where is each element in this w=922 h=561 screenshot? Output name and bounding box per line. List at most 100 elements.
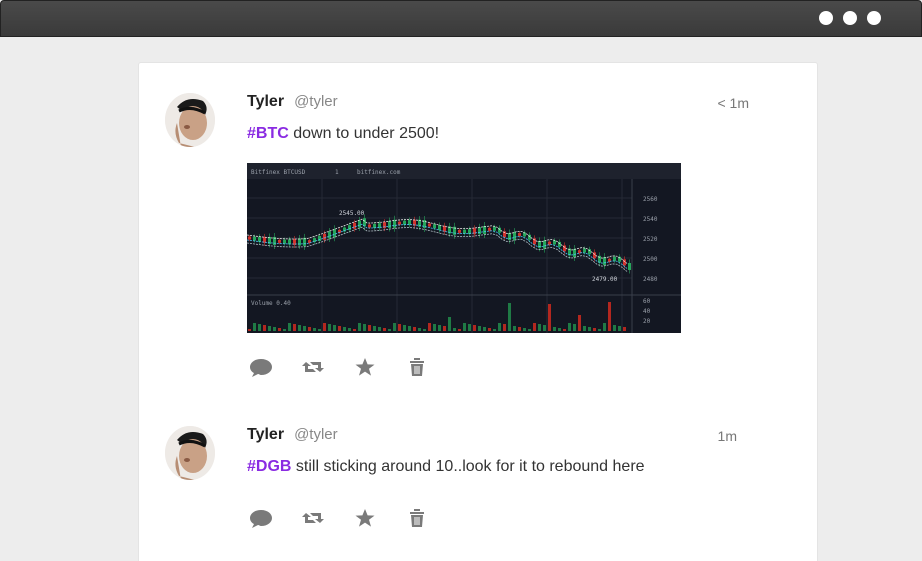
volume-bar: [493, 329, 496, 331]
retweet-button[interactable]: [301, 507, 325, 529]
volume-bar: [498, 323, 501, 331]
volume-tick-label: 60: [643, 298, 651, 305]
volume-bar: [323, 323, 326, 331]
volume-bar: [608, 302, 611, 331]
author-name[interactable]: Tyler: [247, 93, 284, 111]
reply-icon: [250, 359, 272, 377]
hashtag-link[interactable]: #DGB: [247, 458, 291, 475]
volume-bar: [523, 328, 526, 331]
volume-bar: [253, 323, 256, 331]
retweet-button[interactable]: [301, 356, 325, 378]
favorite-icon: [355, 509, 375, 527]
volume-bar: [378, 327, 381, 331]
volume-label: Volume 0.40: [251, 300, 291, 307]
volume-bar: [438, 325, 441, 331]
volume-bar: [373, 326, 376, 331]
volume-bar: [273, 327, 276, 331]
volume-bar: [403, 325, 406, 331]
volume-bar: [413, 327, 416, 331]
volume-bar: [503, 324, 506, 331]
volume-bar: [333, 325, 336, 331]
volume-bar: [583, 326, 586, 331]
volume-tick-label: 20: [643, 318, 651, 325]
volume-bar: [363, 324, 366, 331]
favorite-button[interactable]: [353, 507, 377, 529]
volume-bar: [408, 326, 411, 331]
chart-source: bitfinex.com: [357, 169, 401, 176]
volume-bar: [513, 326, 516, 331]
retweet-icon: [302, 362, 324, 372]
chart-symbol: Bitfinex BTCUSD: [251, 169, 306, 176]
tweet-header: Tyler @tyler: [247, 93, 338, 111]
delete-button[interactable]: [405, 507, 429, 529]
author-handle[interactable]: @tyler: [294, 426, 338, 443]
window-titlebar: [0, 0, 922, 37]
volume-bar: [368, 325, 371, 331]
hashtag-link[interactable]: #BTC: [247, 125, 289, 142]
author-name[interactable]: Tyler: [247, 426, 284, 444]
price-tick-label: 2520: [643, 236, 658, 243]
volume-bar: [338, 326, 341, 331]
avatar[interactable]: [165, 93, 215, 147]
price-tick-label: 2480: [643, 276, 658, 283]
volume-bar: [543, 325, 546, 331]
volume-bar: [468, 324, 471, 331]
volume-bar: [483, 327, 486, 331]
volume-bar: [398, 324, 401, 331]
volume-bar: [573, 324, 576, 331]
volume-bar: [393, 323, 396, 331]
volume-bar: [563, 329, 566, 331]
volume-bar: [278, 328, 281, 331]
volume-bar: [538, 324, 541, 331]
reply-button[interactable]: [249, 356, 273, 378]
tweet-text: #DGB still sticking around 10..look for …: [247, 458, 645, 476]
avatar[interactable]: [165, 426, 215, 480]
volume-bar: [598, 329, 601, 331]
volume-bar: [268, 326, 271, 331]
volume-bar: [248, 329, 251, 331]
volume-bar: [508, 303, 511, 331]
reply-button[interactable]: [249, 507, 273, 529]
window-controls: [819, 11, 881, 25]
volume-bar: [453, 328, 456, 331]
favorite-button[interactable]: [353, 356, 377, 378]
delete-icon: [410, 358, 424, 376]
tweet-header: Tyler @tyler: [247, 426, 338, 444]
tweet-actions: [249, 356, 429, 378]
volume-bar: [383, 328, 386, 331]
tweet-timestamp[interactable]: 1m: [718, 428, 737, 444]
volume-bar: [548, 304, 551, 331]
volume-bar: [293, 324, 296, 331]
tweet-image-chart[interactable]: Bitfinex BTCUSD 1 bitfinex.com 2545.00 2479.…: [247, 163, 681, 333]
menu-dot-3[interactable]: [867, 11, 881, 25]
price-tick-label: 2560: [643, 196, 658, 203]
volume-bar: [593, 328, 596, 331]
volume-bar: [433, 324, 436, 331]
price-tick-label: 2500: [643, 256, 658, 263]
volume-bar: [448, 317, 451, 331]
tweet-actions: [249, 507, 429, 529]
tweet-body: down to under 2500!: [288, 125, 440, 142]
author-handle[interactable]: @tyler: [294, 93, 338, 110]
volume-bar: [463, 323, 466, 331]
delete-icon: [410, 509, 424, 527]
volume-bar: [623, 327, 626, 331]
menu-dot-2[interactable]: [843, 11, 857, 25]
volume-bar: [263, 325, 266, 331]
delete-button[interactable]: [405, 356, 429, 378]
volume-bar: [428, 323, 431, 331]
volume-bar: [518, 327, 521, 331]
volume-bar: [288, 323, 291, 331]
volume-bar: [303, 326, 306, 331]
volume-bar: [603, 323, 606, 331]
retweet-icon: [302, 513, 324, 523]
volume-bar: [568, 323, 571, 331]
chart-high-label: 2545.00: [339, 210, 365, 217]
volume-bar: [553, 327, 556, 331]
volume-bar: [478, 326, 481, 331]
menu-dot-1[interactable]: [819, 11, 833, 25]
volume-bar: [488, 328, 491, 331]
volume-bar: [443, 326, 446, 331]
tweet-timestamp[interactable]: < 1m: [717, 95, 749, 111]
volume-bar: [388, 329, 391, 331]
